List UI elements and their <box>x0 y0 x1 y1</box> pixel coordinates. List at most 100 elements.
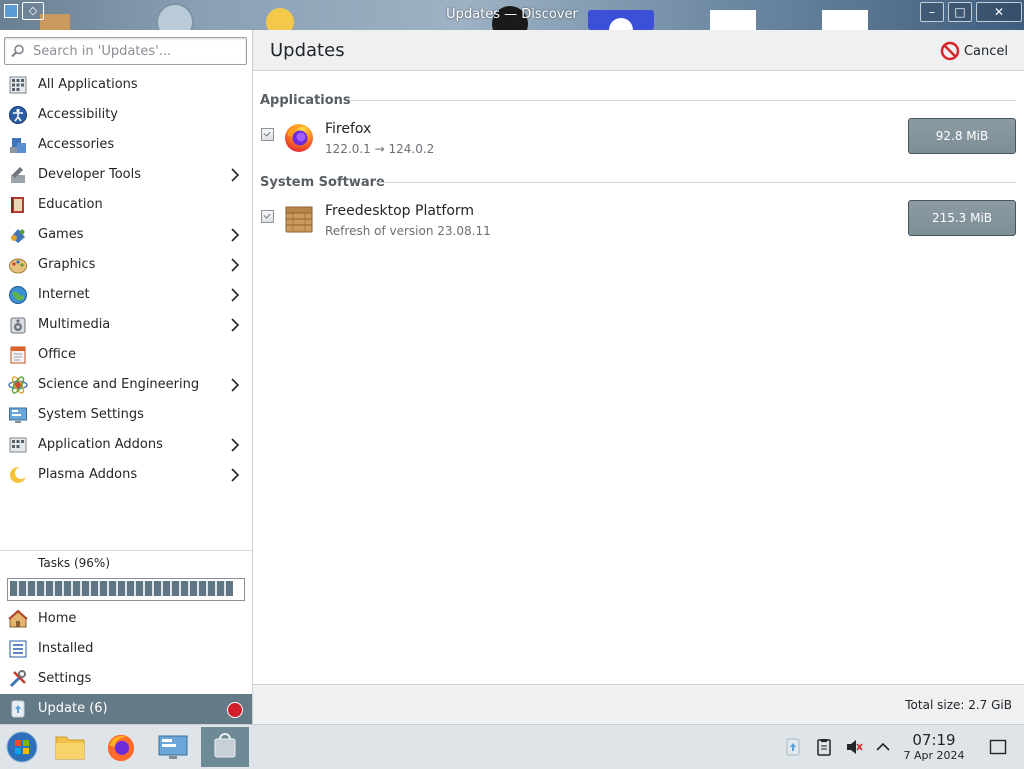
sidebar-item-all-applications[interactable]: All Applications <box>0 70 252 100</box>
sidebar-item-label: Accessories <box>38 137 115 152</box>
tasks-progress-fill <box>10 581 233 596</box>
cancel-button[interactable]: Cancel <box>940 40 1008 62</box>
chevron-right-icon[interactable] <box>228 257 242 273</box>
clipboard-icon[interactable] <box>815 738 833 756</box>
section-divider <box>351 100 1016 101</box>
games-icon <box>11 229 25 243</box>
window-titlebar[interactable]: ◇ Updates — Discover – □ ✕ <box>0 0 1024 30</box>
internet-icon <box>9 286 27 304</box>
accessories-icon <box>10 138 26 153</box>
sidebar-item-label: Home <box>38 611 77 626</box>
update-checkbox[interactable] <box>261 210 274 223</box>
sidebar-item-settings[interactable]: Settings <box>0 664 252 694</box>
system-settings-icon <box>158 735 188 759</box>
update-size-button[interactable]: 215.3 MiB <box>908 200 1016 236</box>
taskbar-system-settings[interactable] <box>152 727 194 767</box>
update-size-button[interactable]: 92.8 MiB <box>908 118 1016 154</box>
volume-muted-icon[interactable] <box>845 738 863 756</box>
firefox-icon <box>107 734 135 762</box>
start-menu-button[interactable] <box>1 727 43 767</box>
sidebar-item-label: Update (6) <box>38 701 108 716</box>
sidebar: All Applications Accessibility Accessories… <box>0 30 253 724</box>
sidebar-item-developer-tools[interactable]: Developer Tools <box>0 160 252 190</box>
sidebar-item-education[interactable]: Education <box>0 190 252 220</box>
tasks-label: Tasks (96%) <box>38 556 110 570</box>
multimedia-icon <box>10 317 26 334</box>
chevron-right-icon[interactable] <box>228 287 242 303</box>
total-size-label: Total size: 2.7 GiB <box>905 698 1012 712</box>
freedesktop-package-icon <box>285 206 313 233</box>
taskbar-discover[interactable] <box>201 727 249 767</box>
sidebar-item-graphics[interactable]: Graphics <box>0 250 252 280</box>
discover-icon <box>214 733 236 758</box>
update-badge-icon <box>227 702 243 718</box>
education-icon <box>11 197 24 213</box>
update-version: 122.0.1 → 124.0.2 <box>325 142 435 156</box>
chevron-right-icon[interactable] <box>228 317 242 333</box>
discover-notifier-icon[interactable] <box>784 738 802 756</box>
clock-date[interactable]: 7 Apr 2024 <box>896 749 972 762</box>
window-title: Updates — Discover <box>446 7 578 22</box>
chevron-right-icon[interactable] <box>228 467 242 483</box>
application-addons-icon <box>9 437 27 453</box>
office-icon <box>10 346 26 364</box>
close-button[interactable]: ✕ <box>976 2 1022 22</box>
chevron-right-icon[interactable] <box>228 227 242 243</box>
taskbar-file-manager[interactable] <box>49 727 91 767</box>
maximize-button[interactable]: □ <box>948 2 972 22</box>
update-row[interactable]: Freedesktop Platform Refresh of version … <box>253 197 1024 241</box>
sidebar-item-label: Application Addons <box>38 437 163 452</box>
sidebar-item-installed[interactable]: Installed <box>0 634 252 664</box>
update-row[interactable]: Firefox 122.0.1 → 124.0.2 92.8 MiB <box>253 115 1024 159</box>
cancel-label: Cancel <box>963 43 1008 59</box>
sidebar-item-label: Science and Engineering <box>38 377 200 392</box>
home-icon <box>8 609 28 628</box>
update-name: Firefox <box>325 121 372 137</box>
chevron-right-icon[interactable] <box>228 167 242 183</box>
sidebar-item-label: Settings <box>38 671 92 686</box>
sidebar-item-multimedia[interactable]: Multimedia <box>0 310 252 340</box>
sidebar-item-label: Graphics <box>38 257 96 272</box>
tasks-progress-bar <box>7 578 245 601</box>
minimize-button[interactable]: – <box>920 2 944 22</box>
sidebar-item-label: Multimedia <box>38 317 111 332</box>
graphics-icon <box>9 258 27 274</box>
start-menu-icon <box>6 731 38 763</box>
update-checkbox[interactable] <box>261 128 274 141</box>
sidebar-item-science-and-engineering[interactable]: Science and Engineering <box>0 370 252 400</box>
settings-icon <box>9 670 26 688</box>
sidebar-divider <box>0 550 252 551</box>
sidebar-item-games[interactable]: Games <box>0 220 252 250</box>
sidebar-item-internet[interactable]: Internet <box>0 280 252 310</box>
update-name: Freedesktop Platform <box>325 203 475 219</box>
all-applications-icon <box>9 76 27 94</box>
sidebar-item-home[interactable]: Home <box>0 604 252 634</box>
section-divider <box>376 182 1016 183</box>
show-desktop-icon[interactable] <box>989 738 1007 756</box>
page-header: Updates Cancel <box>253 30 1024 71</box>
plasma-addons-icon <box>10 467 27 483</box>
search-box[interactable] <box>4 37 247 65</box>
clock-time[interactable]: 07:19 <box>900 731 968 749</box>
sidebar-item-office[interactable]: Office <box>0 340 252 370</box>
sidebar-item-label: Education <box>38 197 103 212</box>
sidebar-item-label: Developer Tools <box>38 167 142 182</box>
sidebar-item-label: Office <box>38 347 76 362</box>
sidebar-item-accessories[interactable]: Accessories <box>0 130 252 160</box>
system-settings-icon <box>9 407 27 423</box>
developer-tools-icon <box>11 167 25 183</box>
sidebar-item-plasma-addons[interactable]: Plasma Addons <box>0 460 252 490</box>
section-header-applications: Applications <box>260 93 351 108</box>
search-input[interactable] <box>31 41 245 61</box>
page-footer: Total size: 2.7 GiB <box>253 684 1024 725</box>
sidebar-item-accessibility[interactable]: Accessibility <box>0 100 252 130</box>
taskbar-firefox[interactable] <box>100 727 142 767</box>
sidebar-item-label: Installed <box>38 641 94 656</box>
chevron-right-icon[interactable] <box>228 377 242 393</box>
sidebar-item-update[interactable]: Update (6) <box>0 694 252 724</box>
science-icon <box>8 376 28 394</box>
sidebar-item-application-addons[interactable]: Application Addons <box>0 430 252 460</box>
sidebar-item-system-settings[interactable]: System Settings <box>0 400 252 430</box>
expand-tray-icon[interactable] <box>874 738 892 756</box>
chevron-right-icon[interactable] <box>228 437 242 453</box>
